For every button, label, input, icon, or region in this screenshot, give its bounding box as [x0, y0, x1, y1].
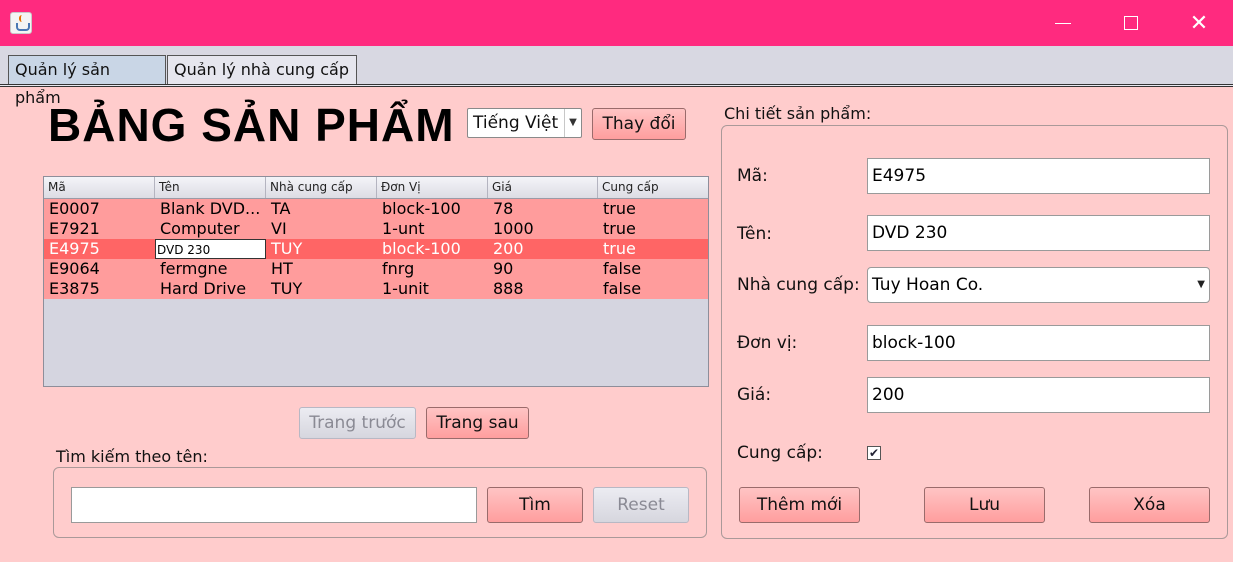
maximize-icon: [1124, 16, 1138, 30]
cell-price[interactable]: 78: [488, 199, 598, 219]
cell-price[interactable]: 888: [488, 279, 598, 299]
change-language-button[interactable]: Thay đổi: [592, 108, 686, 140]
cell-code[interactable]: E9064: [44, 259, 155, 279]
close-button[interactable]: ✕: [1176, 0, 1222, 46]
table-row[interactable]: E9064 fermgne HT fnrg 90 false: [44, 259, 708, 279]
column-header-unit[interactable]: Đơn Vị: [377, 177, 488, 198]
column-header-price[interactable]: Giá: [488, 177, 598, 198]
chevron-down-icon[interactable]: ▼: [564, 109, 581, 137]
detail-heading: Chi tiết sản phẩm:: [724, 104, 872, 123]
find-button[interactable]: Tìm: [487, 487, 583, 523]
add-new-button[interactable]: Thêm mới: [739, 487, 860, 523]
tab-divider: [0, 84, 1233, 87]
cell-supply[interactable]: true: [598, 239, 708, 259]
cell-unit[interactable]: block-100: [377, 239, 488, 259]
tab-product-management[interactable]: Quản lý sản phẩm: [8, 55, 166, 107]
name-field[interactable]: DVD 230: [867, 215, 1210, 251]
cell-code[interactable]: E7921: [44, 219, 155, 239]
cell-name[interactable]: Hard Drive: [155, 279, 266, 299]
column-header-supplier[interactable]: Nhà cung cấp: [266, 177, 377, 198]
cell-supplier[interactable]: TUY: [266, 239, 377, 259]
reset-button[interactable]: Reset: [593, 487, 689, 523]
cell-supply[interactable]: true: [598, 199, 708, 219]
table-header: Mã Tên Nhà cung cấp Đơn Vị Giá Cung cấp: [44, 177, 708, 199]
supply-label: Cung cấp:: [737, 443, 823, 463]
cell-price[interactable]: 90: [488, 259, 598, 279]
previous-page-button[interactable]: Trang trước: [299, 407, 416, 439]
cell-supply[interactable]: false: [598, 279, 708, 299]
cell-code[interactable]: E0007: [44, 199, 155, 219]
cell-name[interactable]: fermgne: [155, 259, 266, 279]
table-row[interactable]: E0007 Blank DVD... TA block-100 78 true: [44, 199, 708, 219]
search-label: Tìm kiếm theo tên:: [56, 447, 208, 466]
cell-price[interactable]: 1000: [488, 219, 598, 239]
search-input[interactable]: [71, 487, 477, 523]
maximize-button[interactable]: [1108, 0, 1154, 46]
language-select[interactable]: Tiếng Việt ▼: [467, 108, 582, 138]
cell-name[interactable]: Computer: [155, 219, 266, 239]
cell-supplier[interactable]: TUY: [266, 279, 377, 299]
cell-supplier[interactable]: VI: [266, 219, 377, 239]
unit-label: Đơn vị:: [737, 333, 798, 353]
cell-code[interactable]: E3875: [44, 279, 155, 299]
name-label: Tên:: [737, 224, 772, 244]
column-header-supply[interactable]: Cung cấp: [598, 177, 708, 198]
chevron-down-icon[interactable]: ▼: [1197, 268, 1205, 302]
column-header-name[interactable]: Tên: [155, 177, 266, 198]
save-button[interactable]: Lưu: [924, 487, 1045, 523]
cell-unit[interactable]: 1-unt: [377, 219, 488, 239]
product-table[interactable]: Mã Tên Nhà cung cấp Đơn Vị Giá Cung cấp …: [43, 176, 709, 387]
table-row[interactable]: E3875 Hard Drive TUY 1-unit 888 false: [44, 279, 708, 299]
cell-supply[interactable]: true: [598, 219, 708, 239]
supplier-select[interactable]: Tuy Hoan Co. ▼: [867, 267, 1210, 303]
cell-supplier[interactable]: TA: [266, 199, 377, 219]
minimize-icon: [1055, 22, 1071, 24]
cell-unit[interactable]: 1-unit: [377, 279, 488, 299]
table-row[interactable]: E7921 Computer VI 1-unt 1000 true: [44, 219, 708, 239]
delete-button[interactable]: Xóa: [1089, 487, 1210, 523]
cell-supply[interactable]: false: [598, 259, 708, 279]
minimize-button[interactable]: [1040, 0, 1086, 46]
language-select-value: Tiếng Việt: [473, 113, 559, 133]
cell-name-editor[interactable]: DVD 230: [155, 239, 266, 259]
checkmark-icon: ✔: [868, 446, 880, 460]
code-label: Mã:: [737, 166, 768, 186]
supplier-select-value: Tuy Hoan Co.: [872, 275, 984, 295]
supplier-label: Nhà cung cấp:: [737, 275, 860, 295]
supply-checkbox[interactable]: ✔: [867, 446, 881, 460]
cell-unit[interactable]: fnrg: [377, 259, 488, 279]
unit-field[interactable]: block-100: [867, 325, 1210, 361]
cell-supplier[interactable]: HT: [266, 259, 377, 279]
price-field[interactable]: 200: [867, 377, 1210, 413]
code-field[interactable]: E4975: [867, 158, 1210, 194]
cell-name[interactable]: Blank DVD...: [155, 199, 266, 219]
close-icon: ✕: [1189, 10, 1209, 36]
cell-price[interactable]: 200: [488, 239, 598, 259]
cell-unit[interactable]: block-100: [377, 199, 488, 219]
price-label: Giá:: [737, 385, 772, 405]
column-header-code[interactable]: Mã: [44, 177, 155, 198]
tab-supplier-management[interactable]: Quản lý nhà cung cấp: [167, 55, 357, 85]
page-title: BẢNG SẢN PHẨM: [48, 99, 455, 151]
java-coffee-icon[interactable]: [10, 12, 32, 34]
cell-code[interactable]: E4975: [44, 239, 155, 259]
table-row-selected[interactable]: E4975 DVD 230 TUY block-100 200 true: [44, 239, 708, 259]
next-page-button[interactable]: Trang sau: [426, 407, 529, 439]
